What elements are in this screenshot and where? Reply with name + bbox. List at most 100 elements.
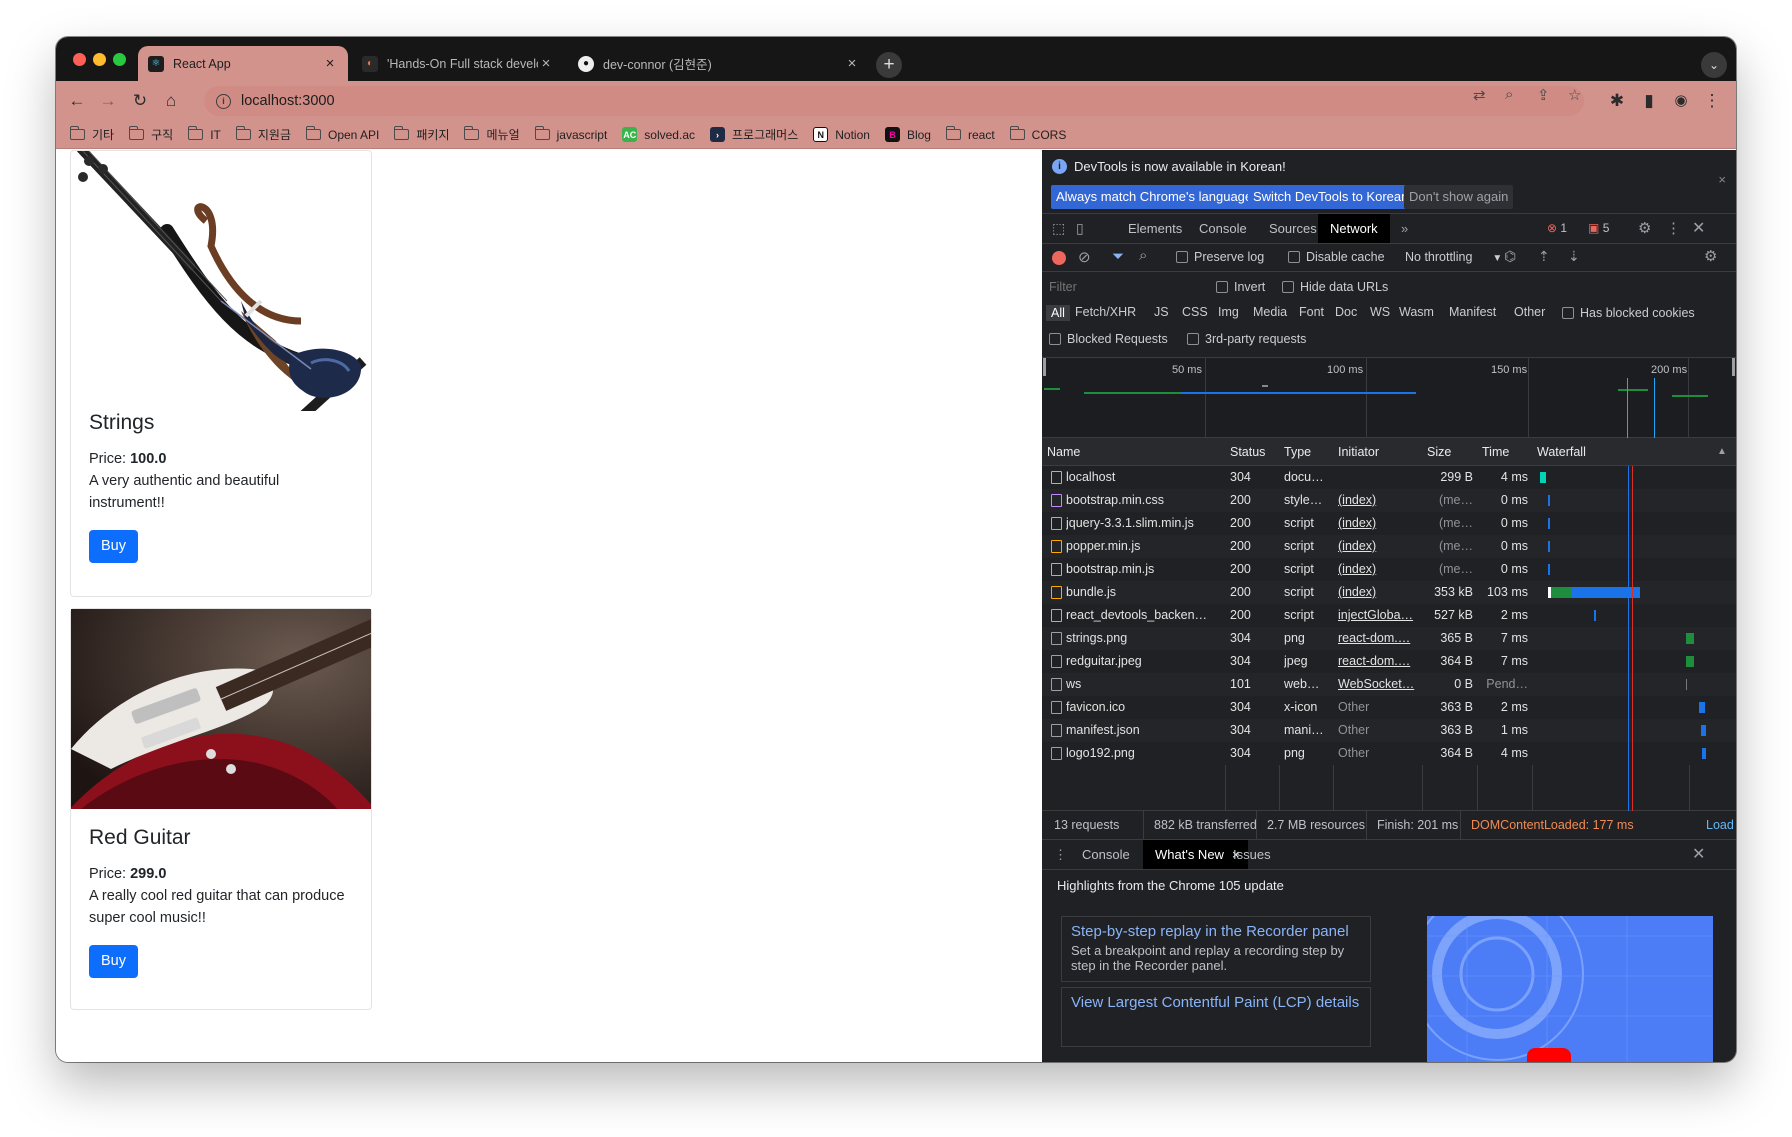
filter-type-fetch-xhr[interactable]: Fetch/XHR: [1075, 305, 1136, 319]
cell-initiator[interactable]: react-dom.…: [1338, 650, 1420, 673]
bookmark-item[interactable]: AC solved.ac: [622, 127, 695, 142]
column-type[interactable]: Type: [1279, 438, 1311, 466]
column-waterfall[interactable]: Waterfall: [1532, 438, 1586, 466]
column-size[interactable]: Size: [1422, 438, 1451, 466]
network-conditions-icon[interactable]: ⌬: [1504, 248, 1516, 265]
tab-hands-on[interactable]: ◐ 'Hands-On Full stack developm ×: [352, 46, 564, 81]
drawer-tab-issues[interactable]: Issues: [1233, 840, 1271, 869]
record-button[interactable]: [1052, 251, 1066, 265]
bookmark-item[interactable]: react: [945, 126, 995, 142]
overview-handle-left[interactable]: [1043, 358, 1046, 376]
close-tab-icon[interactable]: ×: [538, 55, 554, 72]
bookmark-item[interactable]: 구직: [129, 126, 173, 143]
blocked-requests-checkbox[interactable]: Blocked Requests: [1049, 332, 1168, 346]
translate-icon[interactable]: ⇄: [1473, 86, 1486, 104]
cell-initiator[interactable]: injectGloba…: [1338, 604, 1420, 627]
cell-initiator[interactable]: WebSocket…: [1338, 673, 1420, 696]
sort-ascending-icon[interactable]: ▲: [1712, 438, 1727, 466]
tab-react-app[interactable]: ⚛ React App ×: [138, 46, 348, 81]
export-har-icon[interactable]: ⇣: [1568, 248, 1580, 265]
whats-new-video-thumbnail[interactable]: [1427, 916, 1713, 1062]
overview-handle-right[interactable]: [1732, 358, 1735, 376]
close-devtools-icon[interactable]: ✕: [1692, 214, 1705, 243]
cell-initiator[interactable]: (index): [1338, 512, 1420, 535]
zoom-icon[interactable]: ⌕: [1505, 86, 1513, 103]
bookmark-item[interactable]: 메뉴얼: [464, 126, 520, 143]
filter-type-wasm[interactable]: Wasm: [1399, 305, 1434, 319]
tab-console[interactable]: Console: [1199, 214, 1247, 243]
preserve-log-checkbox[interactable]: Preserve log: [1176, 250, 1264, 264]
inspect-element-icon[interactable]: ⬚: [1052, 214, 1065, 243]
more-tabs-icon[interactable]: »: [1401, 214, 1408, 243]
bookmark-item[interactable]: Open API: [305, 126, 379, 142]
drawer-tab-console[interactable]: Console: [1082, 840, 1130, 869]
switch-to-korean-button[interactable]: Switch DevTools to Korean: [1248, 185, 1414, 209]
network-overview-timeline[interactable]: 50 ms 100 ms 150 ms 200 ms: [1042, 358, 1736, 438]
close-drawer-icon[interactable]: ✕: [1692, 840, 1705, 869]
clear-icon[interactable]: ⊘: [1078, 248, 1091, 266]
address-bar[interactable]: i localhost:3000: [204, 86, 1584, 116]
back-icon[interactable]: ←: [64, 88, 90, 114]
always-match-language-button[interactable]: Always match Chrome's language: [1051, 185, 1258, 209]
menu-icon[interactable]: ⋮: [1699, 88, 1725, 114]
drawer-menu-icon[interactable]: ⋮: [1054, 840, 1067, 869]
bookmark-item[interactable]: › 프로그래머스: [710, 126, 798, 143]
device-toolbar-icon[interactable]: ▯: [1076, 214, 1084, 243]
buy-button[interactable]: Buy: [89, 945, 138, 978]
bookmark-item[interactable]: CORS: [1009, 126, 1066, 142]
filter-icon[interactable]: ⏷: [1112, 248, 1124, 265]
cell-initiator[interactable]: (index): [1338, 535, 1420, 558]
tab-sources[interactable]: Sources: [1269, 214, 1317, 243]
forward-icon[interactable]: →: [95, 88, 121, 114]
whats-new-item[interactable]: View Largest Contentful Paint (LCP) deta…: [1061, 987, 1371, 1047]
filter-type-other[interactable]: Other: [1514, 305, 1545, 319]
cell-initiator[interactable]: react-dom.…: [1338, 627, 1420, 650]
search-icon[interactable]: ⌕: [1139, 247, 1147, 264]
zoom-window-button[interactable]: [113, 53, 126, 66]
hide-data-urls-checkbox[interactable]: Hide data URLs: [1282, 280, 1388, 294]
third-party-requests-checkbox[interactable]: 3rd-party requests: [1187, 332, 1306, 346]
filter-type-ws[interactable]: WS: [1370, 305, 1390, 319]
filter-type-doc[interactable]: Doc: [1335, 305, 1357, 319]
column-name[interactable]: Name: [1042, 438, 1080, 466]
tab-search-icon[interactable]: ⌄: [1701, 52, 1727, 78]
whats-new-item[interactable]: Step-by-step replay in the Recorder pane…: [1061, 916, 1371, 982]
filter-type-js[interactable]: JS: [1154, 305, 1169, 319]
cell-initiator[interactable]: (index): [1338, 489, 1420, 512]
close-window-button[interactable]: [73, 53, 86, 66]
drawer-tab-whats-new[interactable]: What's New ×: [1143, 840, 1248, 869]
profile-avatar-icon[interactable]: ◉: [1668, 88, 1694, 114]
settings-gear-icon[interactable]: ⚙: [1638, 214, 1651, 243]
reload-icon[interactable]: ↻: [127, 88, 153, 114]
dont-show-again-button[interactable]: Don't show again: [1404, 185, 1514, 209]
home-icon[interactable]: ⌂: [158, 88, 184, 114]
buy-button[interactable]: Buy: [89, 530, 138, 563]
issues-count-badge[interactable]: ▣ 5: [1588, 214, 1609, 243]
filter-type-media[interactable]: Media: [1253, 305, 1287, 319]
has-blocked-cookies-checkbox[interactable]: Has blocked cookies: [1562, 306, 1695, 320]
bookmark-item[interactable]: 기타: [70, 126, 114, 143]
network-settings-icon[interactable]: ⚙: [1704, 247, 1717, 265]
share-icon[interactable]: ⇪: [1537, 86, 1550, 104]
bookmark-item[interactable]: B Blog: [884, 127, 931, 142]
minimize-window-button[interactable]: [93, 53, 106, 66]
cell-initiator[interactable]: (index): [1338, 558, 1420, 581]
close-tab-icon[interactable]: ×: [322, 55, 338, 72]
tab-github[interactable]: ● dev-connor (김현준) ×: [568, 46, 870, 81]
filter-input[interactable]: [1046, 277, 1208, 297]
extensions-icon[interactable]: ✱: [1604, 88, 1630, 114]
import-har-icon[interactable]: ⇡: [1538, 248, 1550, 265]
disable-cache-checkbox[interactable]: Disable cache: [1288, 250, 1385, 264]
tab-network[interactable]: Network: [1318, 214, 1390, 243]
column-initiator[interactable]: Initiator: [1333, 438, 1379, 466]
filter-type-img[interactable]: Img: [1218, 305, 1239, 319]
close-tab-icon[interactable]: ×: [844, 55, 860, 72]
site-info-icon[interactable]: i: [216, 93, 231, 109]
bookmark-star-icon[interactable]: ☆: [1568, 86, 1581, 104]
invert-checkbox[interactable]: Invert: [1216, 280, 1265, 294]
filter-type-css[interactable]: CSS: [1182, 305, 1208, 319]
filter-type-all[interactable]: All: [1046, 305, 1070, 321]
bookmark-item[interactable]: IT: [188, 126, 221, 142]
customize-menu-icon[interactable]: ⋮: [1666, 214, 1681, 243]
close-infobar-icon[interactable]: ×: [1718, 172, 1726, 187]
